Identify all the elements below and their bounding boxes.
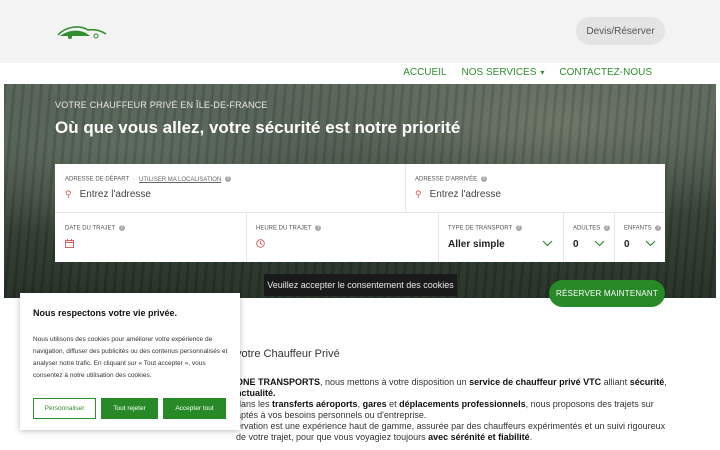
p2-text-2: , nous proposons des trajets sur: [525, 399, 654, 409]
p2-business: déplacements professionnels: [399, 399, 526, 409]
adults-value: 0: [573, 239, 579, 250]
map-pin-icon: ⚲: [415, 189, 422, 199]
p1-text: , nous mettons à votre disposition un: [320, 377, 470, 387]
chevron-down-icon: [594, 240, 605, 247]
p1-text-2: alliant: [601, 377, 630, 387]
customize-cookies-button[interactable]: Personnaliser: [33, 398, 96, 419]
company-name: ONE TRANSPORTS: [236, 377, 321, 387]
p2-stations: gares: [362, 399, 387, 409]
paragraph-3: ervation est une expérience haut de gamm…: [236, 421, 666, 431]
date-label: DATE DU TRAJET ?: [65, 225, 125, 232]
nav-item-services-label: NOS SERVICES: [461, 67, 537, 78]
departure-input[interactable]: ⚲ Entrez l'adresse: [65, 189, 151, 200]
date-label-text: DATE DU TRAJET: [65, 225, 116, 232]
chevron-down-icon: [542, 240, 553, 247]
transport-type-value: Aller simple: [448, 239, 505, 250]
help-icon[interactable]: ?: [118, 225, 125, 231]
transport-type-select[interactable]: TYPE DE TRANSPORT ? Aller simple: [438, 213, 563, 262]
children-select[interactable]: ENFANTS ? 0: [614, 213, 665, 262]
calendar-icon: [65, 239, 74, 248]
p2-text: dans les: [236, 399, 273, 409]
date-field[interactable]: DATE DU TRAJET ?: [55, 213, 246, 262]
cookie-consent-panel: Nous respectons votre vie privée. Nous u…: [20, 293, 240, 430]
p2-airports: transferts aéroports: [272, 399, 358, 409]
section-heading: votre Chauffeur Privé: [236, 348, 340, 360]
quote-reserve-button[interactable]: Devis/Réserver: [576, 17, 665, 45]
arrival-field[interactable]: ADRESSE D'ARRIVÉE ? ⚲ Entrez l'adresse: [405, 164, 665, 213]
car-logo-icon[interactable]: [56, 24, 108, 40]
help-icon[interactable]: ?: [655, 225, 662, 231]
adults-label-text: ADULTES: [573, 225, 601, 232]
nav-item-services[interactable]: NOS SERVICES ▾: [462, 67, 545, 78]
arrival-placeholder: Entrez l'adresse: [429, 189, 501, 200]
help-icon[interactable]: ?: [224, 176, 231, 182]
paragraph-4: de votre trajet, pour que vous voyagiez …: [236, 432, 532, 442]
cookie-panel-text: Nous utilisons des cookies pour améliore…: [33, 336, 228, 379]
booking-form: ADRESSE DE DÉPART · UTILISER MA LOCALISA…: [55, 164, 665, 262]
clock-icon: [256, 239, 265, 248]
children-value: 0: [624, 239, 630, 250]
map-pin-icon: ⚲: [65, 189, 72, 199]
hero-kicker: VOTRE CHAUFFEUR PRIVÉ EN ÎLE-DE-FRANCE: [55, 100, 268, 110]
help-icon[interactable]: ?: [315, 225, 322, 231]
help-icon[interactable]: ?: [603, 225, 610, 231]
children-label-text: ENFANTS: [624, 225, 652, 232]
p2-and: et: [386, 399, 400, 409]
main-nav: ACCUEIL NOS SERVICES ▾ CONTACTEZ-NOUS: [403, 67, 652, 78]
hero-title: Où que vous allez, votre sécurité est no…: [55, 118, 461, 137]
accept-all-cookies-button[interactable]: Accepter tout: [163, 398, 226, 419]
help-icon[interactable]: ?: [480, 176, 487, 182]
help-icon[interactable]: ?: [515, 225, 522, 231]
paragraph-1b: nctualité.: [236, 388, 276, 398]
chevron-down-icon: ▾: [540, 68, 545, 77]
form-row-addresses: ADRESSE DE DÉPART · UTILISER MA LOCALISA…: [55, 164, 665, 213]
use-location-link[interactable]: UTILISER MA LOCALISATION: [139, 177, 221, 183]
arrival-input[interactable]: ⚲ Entrez l'adresse: [415, 189, 501, 200]
reject-all-cookies-button[interactable]: Tout rejeter: [101, 398, 158, 419]
departure-label: ADRESSE DE DÉPART · UTILISER MA LOCALISA…: [65, 176, 231, 183]
p4-text: de votre trajet, pour que vous voyagiez …: [236, 432, 429, 442]
chevron-down-icon: [645, 240, 656, 247]
nav-item-contact[interactable]: CONTACTEZ-NOUS: [559, 67, 652, 78]
paragraph-2: dans les transferts aéroports, gares et …: [236, 399, 654, 409]
p1-text-3: ,: [664, 377, 667, 387]
transport-type-label-text: TYPE DE TRANSPORT: [448, 225, 513, 232]
paragraph-2b: aptés à vos besoins personnels ou d'entr…: [236, 410, 427, 420]
transport-type-label: TYPE DE TRANSPORT ?: [448, 225, 522, 232]
cookie-panel-title: Nous respectons votre vie privée.: [33, 308, 178, 318]
arrival-label: ADRESSE D'ARRIVÉE ?: [415, 176, 487, 183]
adults-select[interactable]: ADULTES ? 0: [563, 213, 614, 262]
children-label: ENFANTS ?: [624, 225, 662, 232]
nav-item-accueil[interactable]: ACCUEIL: [403, 67, 446, 78]
top-header: Devis/Réserver: [0, 0, 720, 63]
p4-serenity: avec sérénité et fiabilité: [428, 432, 530, 442]
time-label-text: HEURE DU TRAJET: [256, 225, 312, 232]
departure-placeholder: Entrez l'adresse: [79, 189, 151, 200]
p1-service: service de chauffeur privé VTC: [469, 377, 602, 387]
p1-security: sécurité: [629, 377, 665, 387]
cookie-consent-notice: Veuillez accepter le consentement des co…: [264, 274, 457, 296]
paragraph-1: ONE TRANSPORTS, nous mettons à votre dis…: [236, 377, 667, 387]
p4-dot: .: [529, 432, 533, 442]
arrival-label-text: ADRESSE D'ARRIVÉE: [415, 176, 478, 183]
reserve-now-button[interactable]: RÉSERVER MAINTENANT: [549, 280, 665, 307]
time-field[interactable]: HEURE DU TRAJET ?: [246, 213, 438, 262]
form-row-details: DATE DU TRAJET ? HEURE DU TRAJET ? TYPE …: [55, 213, 665, 262]
p1b-text: nctualité.: [236, 388, 276, 398]
departure-field[interactable]: ADRESSE DE DÉPART · UTILISER MA LOCALISA…: [55, 164, 405, 213]
departure-label-text: ADRESSE DE DÉPART: [65, 176, 130, 183]
adults-label: ADULTES ?: [573, 225, 610, 232]
time-label: HEURE DU TRAJET ?: [256, 225, 322, 232]
